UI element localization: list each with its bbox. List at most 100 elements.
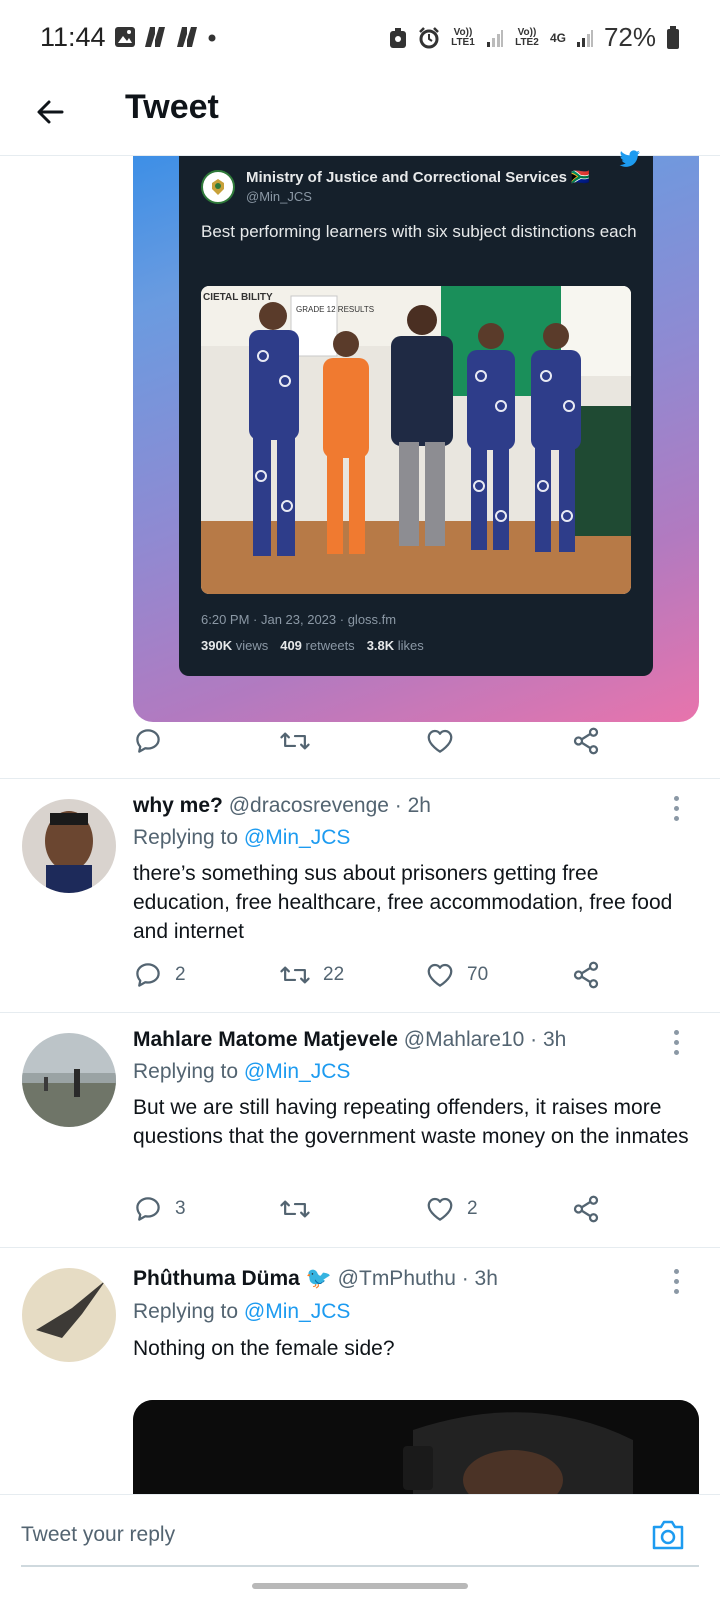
notification-icons — [114, 26, 218, 48]
quoted-tweet: Ministry of Justice and Correctional Ser… — [179, 150, 653, 676]
reply-input[interactable] — [21, 1523, 621, 1547]
coat-of-arms-icon — [212, 179, 224, 195]
quoted-author-name: Ministry of Justice and Correctional Ser… — [246, 169, 590, 186]
retweet-button[interactable] — [279, 726, 425, 756]
learners-photo[interactable]: GRADE 12 RESULTS CIETAL BILITY — [201, 286, 631, 594]
replying-prefix: Replying to — [133, 1300, 239, 1323]
reply-actions: 3 2 — [133, 1194, 717, 1224]
reply-author-handle: @TmPhuthu · 3h — [337, 1267, 498, 1290]
netflix-n-icon — [145, 27, 165, 47]
heart-icon — [427, 1197, 453, 1221]
banner-left-text: CIETAL BILITY — [203, 292, 273, 303]
retweet-button[interactable]: 22 — [279, 960, 425, 990]
quoted-author-handle: @Min_JCS — [246, 189, 312, 204]
reply-button[interactable]: 2 — [133, 960, 279, 990]
camera-button[interactable] — [646, 1513, 690, 1557]
home-indicator[interactable] — [252, 1583, 468, 1589]
mention-link[interactable]: @Min_JCS — [244, 1060, 351, 1083]
battery-percent: 72% — [603, 22, 656, 52]
input-underline — [21, 1565, 699, 1567]
app-header: Tweet — [0, 72, 720, 156]
lock-battery-icon — [389, 27, 406, 48]
battery-icon — [667, 25, 679, 49]
reply-button[interactable] — [133, 726, 279, 756]
reply-count: 3 — [175, 1198, 186, 1219]
status-bar: 11:44 Vo)) LTE1 Vo)) LTE2 4G 72% — [0, 0, 720, 72]
signal-icon — [486, 29, 503, 47]
reply-header: why me? @dracosrevenge · 2h — [133, 794, 431, 818]
like-button[interactable] — [425, 726, 571, 756]
more-options-icon[interactable] — [672, 1030, 682, 1060]
reply-header: Mahlare Matome Matjevele @Mahlare10 · 3h — [133, 1028, 566, 1052]
likes-stat: 3.8K likes — [366, 638, 424, 653]
quoted-timestamp: 6:20 PM · Jan 23, 2023 · gloss.fm — [201, 612, 397, 627]
retweet-button[interactable] — [279, 1194, 425, 1224]
replying-prefix: Replying to — [133, 1060, 239, 1083]
share-icon — [573, 727, 599, 755]
quoted-stats: 390K views 409 retweets 3.8K likes — [201, 638, 424, 653]
media-preview — [133, 1400, 699, 1495]
reply-author-handle: @dracosrevenge · 2h — [228, 794, 431, 817]
reply-author-handle: @Mahlare10 · 3h — [403, 1028, 567, 1051]
reply-text: But we are still having repeating offend… — [133, 1096, 689, 1148]
reply-count: 2 — [175, 964, 186, 985]
replying-to: Replying to @Min_JCS — [133, 1060, 350, 1084]
reply-media[interactable] — [133, 1400, 699, 1495]
avatar[interactable] — [22, 799, 116, 893]
retweet-icon — [280, 732, 310, 750]
like-count: 70 — [467, 964, 489, 985]
tweet-page: 11:44 Vo)) LTE1 Vo)) LTE2 4G 72% Tweet M… — [0, 0, 720, 1600]
replying-prefix: Replying to — [133, 826, 239, 849]
reply-author-name[interactable]: Phûthuma Düma 🐦 — [133, 1267, 332, 1290]
like-button[interactable]: 2 — [425, 1194, 571, 1224]
camera-icon — [652, 1520, 684, 1550]
reply-author-name[interactable]: why me? — [133, 794, 223, 817]
reply-tweet-1[interactable]: why me? @dracosrevenge · 2h Replying to … — [0, 778, 720, 1012]
retweet-icon — [280, 1200, 310, 1218]
status-time: 11:44 — [40, 22, 106, 52]
more-options-icon[interactable] — [672, 796, 682, 826]
user-photo — [22, 1268, 116, 1362]
lte1-indicator: Vo)) LTE1 — [451, 26, 475, 48]
signal-icon-2 — [576, 29, 593, 47]
banner-grade-text: GRADE 12 RESULTS — [296, 305, 374, 314]
user-photo — [22, 1033, 116, 1127]
reply-author-name[interactable]: Mahlare Matome Matjevele — [133, 1028, 398, 1051]
reply-actions: 2 22 70 — [133, 960, 717, 990]
ministry-avatar — [201, 170, 235, 204]
share-button[interactable] — [571, 960, 717, 990]
reply-icon — [136, 729, 160, 753]
twitter-bird-icon — [619, 150, 640, 167]
mention-link[interactable]: @Min_JCS — [244, 826, 351, 849]
retweets-stat: 409 retweets — [280, 638, 355, 653]
alarm-icon — [419, 26, 439, 48]
network-type: 4G — [549, 30, 566, 45]
reply-button[interactable]: 3 — [133, 1194, 279, 1224]
reply-composer — [0, 1494, 720, 1600]
avatar[interactable] — [22, 1033, 116, 1127]
reply-header: Phûthuma Düma 🐦 @TmPhuthu · 3h — [133, 1267, 498, 1291]
mention-link[interactable]: @Min_JCS — [244, 1300, 351, 1323]
gallery-icon — [115, 27, 135, 47]
more-options-icon[interactable] — [672, 1269, 682, 1299]
share-button[interactable] — [571, 1194, 717, 1224]
views-stat: 390K views — [201, 638, 269, 653]
main-tweet-actions — [133, 726, 717, 756]
reply-text: there’s something sus about prisoners ge… — [133, 862, 673, 943]
back-button[interactable] — [28, 90, 72, 134]
like-count: 2 — [467, 1198, 478, 1219]
avatar[interactable] — [22, 1268, 116, 1362]
heart-icon — [427, 963, 453, 987]
system-icons: Vo)) LTE1 Vo)) LTE2 4G 72% — [388, 22, 680, 53]
netflix-n-icon-2 — [177, 27, 197, 47]
reply-icon — [136, 963, 160, 987]
share-button[interactable] — [571, 726, 717, 756]
page-title: Tweet — [125, 88, 219, 126]
reply-text: Nothing on the female side? — [133, 1337, 395, 1360]
dot-icon — [208, 34, 216, 42]
retweet-icon — [280, 966, 310, 984]
share-icon — [573, 1195, 599, 1223]
reply-tweet-2[interactable]: Mahlare Matome Matjevele @Mahlare10 · 3h… — [0, 1012, 720, 1246]
reply-icon — [136, 1197, 160, 1221]
like-button[interactable]: 70 — [425, 960, 571, 990]
